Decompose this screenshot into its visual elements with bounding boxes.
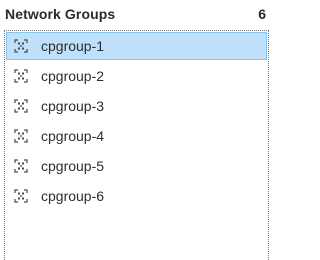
network-group-icon [14,69,28,83]
list-item-cpgroup-3[interactable]: cpgroup-3 [6,92,267,120]
network-group-icon [14,39,28,53]
list-item-cpgroup-6[interactable]: cpgroup-6 [6,182,267,210]
panel-header: Network Groups 6 [0,0,274,28]
list-item-label: cpgroup-6 [41,188,105,204]
list-item-label: cpgroup-2 [41,68,105,84]
panel-title: Network Groups [5,6,116,22]
list-item-cpgroup-4[interactable]: cpgroup-4 [6,122,267,150]
list-item-label: cpgroup-5 [41,158,105,174]
list-item-label: cpgroup-3 [41,98,105,114]
list-item-cpgroup-5[interactable]: cpgroup-5 [6,152,267,180]
list-item-label: cpgroup-4 [41,128,105,144]
network-group-icon [14,189,28,203]
list-item-cpgroup-2[interactable]: cpgroup-2 [6,62,267,90]
group-count: 6 [258,6,266,22]
list-item-label: cpgroup-1 [41,38,105,54]
network-group-icon [14,159,28,173]
network-groups-panel: Network Groups 6 cpgroup-1 cpgroup-2 cpg… [0,0,274,260]
network-group-icon [14,129,28,143]
list-item-cpgroup-1[interactable]: cpgroup-1 [6,32,267,60]
network-groups-list[interactable]: cpgroup-1 cpgroup-2 cpgroup-3 cpgroup-4 … [4,30,269,260]
network-group-icon [14,99,28,113]
